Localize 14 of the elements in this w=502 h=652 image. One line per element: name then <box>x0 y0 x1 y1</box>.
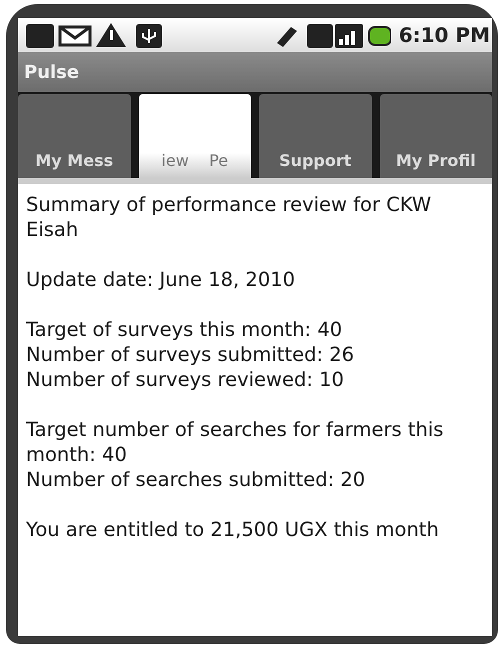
status-time: 6:10 PM <box>398 23 490 47</box>
app-title: Pulse <box>24 62 80 82</box>
tab[interactable]: My Profil <box>380 94 492 178</box>
info-text: You are entitled to 21,500 UGX this month <box>26 517 440 542</box>
info-text: Target number of searches for farmers this month: 40 <box>26 417 444 467</box>
tab[interactable]: iew Pe <box>138 94 251 178</box>
tab[interactable]: My Mess <box>18 94 130 178</box>
info-text: Summary of performance review for CKW Eisah <box>26 192 432 242</box>
info-text: Target of surveys this month: 40 <box>26 317 344 342</box>
info-text: Number of surveys submitted: 26 <box>26 342 356 367</box>
tab[interactable]: Support <box>259 94 372 178</box>
info-text: Number of searches submitted: 20 <box>26 467 366 492</box>
info-text: Update date: June 18, 2010 <box>26 267 296 292</box>
info-text: Number of surveys reviewed: 10 <box>26 367 345 392</box>
